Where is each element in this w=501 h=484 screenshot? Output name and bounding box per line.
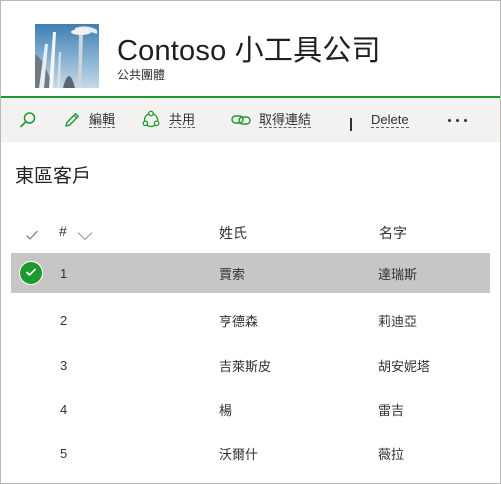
cell-last-name[interactable]: 沃爾什 [219,433,258,473]
delete-label: Delete [371,111,409,128]
site-title[interactable]: Contoso 小工具公司 [117,27,381,69]
cell-number: 2 [60,312,68,328]
column-header-first-name[interactable]: 名字 [379,223,407,243]
copy-link-button[interactable]: 取得連結 [231,98,312,142]
site-subtitle: 公共團體 [117,68,166,82]
site-logo[interactable] [35,24,99,88]
table-row[interactable]: 1 賈索 達瑞斯 [11,253,490,293]
checkmark-icon [25,264,37,282]
cell-last-name[interactable]: 亨德森 [219,300,258,340]
command-bar-separator [350,118,352,131]
table-row[interactable]: 5 沃爾什 薇拉 [11,433,490,473]
column-header-number[interactable]: # [59,223,67,239]
cell-first-name[interactable]: 莉迪亞 [378,300,417,340]
link-icon [231,113,251,127]
cell-last-name[interactable]: 賈索 [219,253,245,293]
checkmark-icon [25,228,39,245]
share-button[interactable]: 共用 [141,98,196,142]
column-header-last-name[interactable]: 姓氏 [219,223,247,243]
more-options-button[interactable] [445,98,469,142]
chevron-down-icon [77,228,93,245]
cell-first-name[interactable]: 薇拉 [378,433,404,473]
sharepoint-list-page: Contoso 小工具公司 公共團體 編輯 共用 取得連結 Delete 東區客… [0,0,501,484]
cell-first-name[interactable]: 達瑞斯 [378,253,417,293]
table-row[interactable]: 3 吉萊斯皮 胡安妮塔 [11,345,490,385]
edit-button[interactable]: 編輯 [63,98,116,142]
table-row[interactable]: 4 楊 雷吉 [11,389,490,429]
list-title: 東區客戶 [15,166,92,187]
cell-number: 3 [60,357,68,373]
cell-number: 4 [60,401,68,417]
row-selected-checkbox[interactable] [20,262,42,284]
share-icon [141,110,161,130]
select-all-checkbox[interactable] [25,228,39,246]
column-sort-chevron[interactable] [77,228,93,246]
edit-icon [63,111,81,129]
cell-first-name[interactable]: 胡安妮塔 [378,345,430,385]
delete-button[interactable]: Delete [371,98,409,142]
edit-label: 編輯 [89,111,116,128]
share-label: 共用 [169,111,196,128]
cell-first-name[interactable]: 雷吉 [378,389,404,429]
table-row[interactable]: 2 亨德森 莉迪亞 [11,300,490,340]
cell-number: 1 [60,265,68,281]
site-header: Contoso 小工具公司 公共團體 [1,1,500,97]
search-button[interactable] [19,98,37,142]
cell-number: 5 [60,445,68,461]
more-icon [447,118,451,122]
copy-link-label: 取得連結 [259,111,312,128]
cell-last-name[interactable]: 楊 [219,389,232,429]
command-bar: 編輯 共用 取得連結 Delete [1,98,500,142]
search-icon [19,111,37,129]
cell-last-name[interactable]: 吉萊斯皮 [219,345,271,385]
